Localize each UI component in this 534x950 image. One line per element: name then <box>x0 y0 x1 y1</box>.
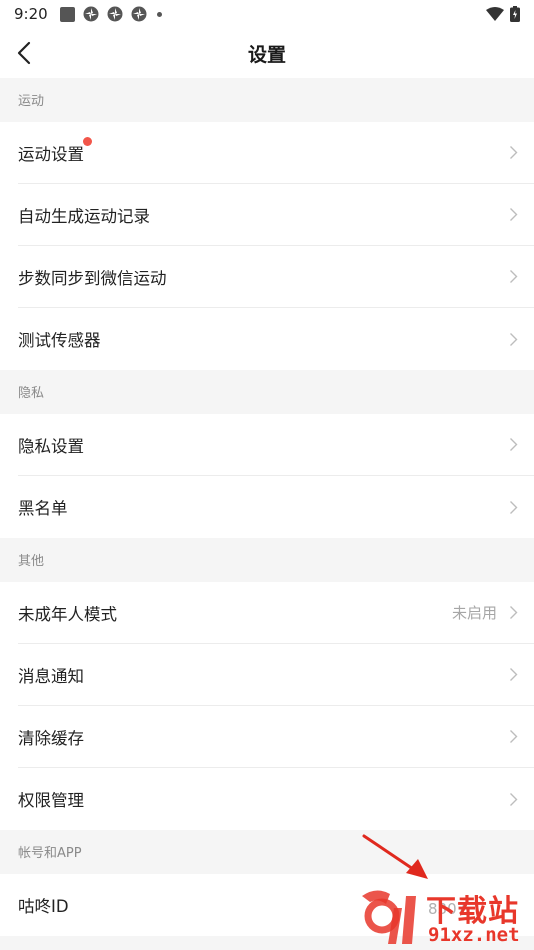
status-bar: 9:20 <box>0 0 534 28</box>
chevron-right-icon <box>510 438 518 451</box>
chevron-right-icon <box>510 730 518 743</box>
chevron-right-icon <box>510 146 518 159</box>
row-permission-management[interactable]: 权限管理 <box>18 768 534 830</box>
page-title: 设置 <box>247 44 286 66</box>
settings-screen: 9:20 设置 运动 运动设置 自动生成运动记录 步数同步到微信运动 测试传感器… <box>0 0 534 950</box>
row-right <box>509 792 534 807</box>
row-right: 未启用 <box>452 602 534 623</box>
row-right <box>509 332 534 347</box>
row-right <box>509 729 534 744</box>
gallery-notification-icon <box>59 6 75 22</box>
row-right <box>509 207 534 222</box>
row-label: 未成年人模式 <box>18 604 117 624</box>
codoon-id-value: 8307 <box>428 900 467 918</box>
row-privacy-settings[interactable]: 隐私设置 <box>18 414 534 476</box>
status-time: 9:20 <box>14 5 48 23</box>
section-group-other: 未成年人模式 未启用 消息通知 清除缓存 权限管理 <box>0 582 534 830</box>
chevron-right-icon <box>510 332 518 346</box>
chevron-right-icon <box>510 668 518 681</box>
settings-list: 运动 运动设置 自动生成运动记录 步数同步到微信运动 测试传感器 隐私 隐私设置… <box>0 78 534 936</box>
row-minor-mode[interactable]: 未成年人模式 未启用 <box>18 582 534 644</box>
row-auto-generate-record[interactable]: 自动生成运动记录 <box>18 184 534 246</box>
row-label: 消息通知 <box>18 666 84 686</box>
row-right <box>509 145 534 160</box>
section-group-privacy: 隐私设置 黑名单 <box>0 414 534 538</box>
section-header-account: 帐号和APP <box>0 830 534 874</box>
row-sync-wechat-steps[interactable]: 步数同步到微信运动 <box>18 246 534 308</box>
row-right <box>509 500 534 515</box>
status-indicators <box>486 6 520 22</box>
section-header-privacy: 隐私 <box>0 370 534 414</box>
row-label: 步数同步到微信运动 <box>18 268 167 288</box>
section-header-other: 其他 <box>0 538 534 582</box>
row-clear-cache[interactable]: 清除缓存 <box>18 706 534 768</box>
row-right <box>509 667 534 682</box>
chevron-right-icon <box>510 792 518 806</box>
chevron-right-icon <box>510 606 518 619</box>
header: 设置 <box>0 28 534 78</box>
row-label: 隐私设置 <box>18 436 84 456</box>
row-label: 运动设置 <box>18 136 92 165</box>
section-group-sport: 运动设置 自动生成运动记录 步数同步到微信运动 测试传感器 <box>0 122 534 370</box>
minor-mode-status: 未启用 <box>451 604 497 622</box>
row-notifications[interactable]: 消息通知 <box>18 644 534 706</box>
chevron-right-icon <box>510 270 518 283</box>
row-right <box>509 437 534 452</box>
chevron-right-icon <box>510 500 518 514</box>
row-test-sensor[interactable]: 测试传感器 <box>18 308 534 370</box>
more-notifications-dot-icon <box>156 11 162 17</box>
row-label: 黑名单 <box>18 499 68 518</box>
section-header-sport: 运动 <box>0 78 534 122</box>
row-blacklist[interactable]: 黑名单 <box>18 476 534 538</box>
new-badge-dot <box>83 136 92 146</box>
row-sport-settings[interactable]: 运动设置 <box>18 122 534 184</box>
app-notification-icon <box>107 6 123 22</box>
chevron-right-icon <box>510 208 518 221</box>
row-label: 测试传感器 <box>18 331 101 350</box>
app-notification-icon <box>131 6 147 22</box>
row-right <box>509 269 534 284</box>
app-notification-icon <box>83 6 99 22</box>
row-label: 清除缓存 <box>18 728 84 748</box>
row-label: 咕咚ID <box>18 897 69 916</box>
wifi-icon <box>486 7 504 21</box>
row-label: 权限管理 <box>18 791 84 810</box>
battery-charging-icon <box>510 6 520 22</box>
row-label: 自动生成运动记录 <box>18 206 150 226</box>
